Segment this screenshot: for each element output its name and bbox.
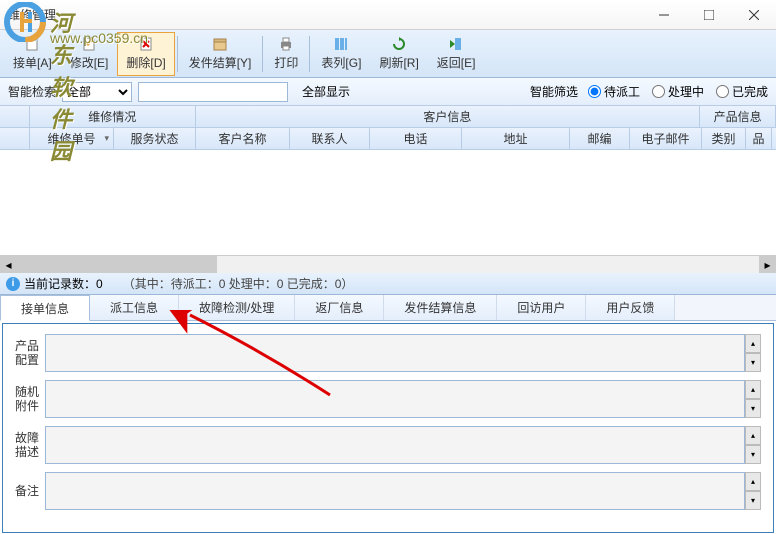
form-textarea-1[interactable]	[45, 380, 745, 418]
record-count: 当前记录数：0	[24, 275, 103, 292]
group-header-cell: 客户信息	[196, 106, 701, 127]
box-icon	[212, 36, 228, 52]
search-input[interactable]	[138, 82, 288, 102]
delete-icon	[138, 36, 154, 52]
maximize-button[interactable]	[686, 0, 731, 30]
status-bar: i 当前记录数：0 （其中：待派工：0 处理中：0 已完成：0）	[0, 273, 776, 295]
record-breakdown: （其中：待派工：0 处理中：0 已完成：0）	[123, 275, 354, 292]
toolbar-box-button[interactable]: 发件结算[Y]	[180, 32, 261, 76]
toolbar-printer-button[interactable]: 打印	[265, 32, 307, 76]
spin-down[interactable]: ▾	[745, 491, 761, 510]
spin-up[interactable]: ▴	[745, 334, 761, 353]
column-header-cell[interactable]: 电话	[370, 128, 462, 149]
form-row-3: 备注 ▴▾	[15, 472, 761, 510]
printer-icon	[278, 36, 294, 52]
spin-down[interactable]: ▾	[745, 353, 761, 372]
info-icon: i	[6, 277, 20, 291]
grid-group-header: 维修情况客户信息产品信息	[0, 106, 776, 128]
search-label: 智能检索	[8, 83, 56, 100]
group-header-cell: 产品信息	[700, 106, 776, 127]
filter-radio-1[interactable]: 处理中	[652, 83, 704, 100]
filter-radio-2[interactable]: 已完成	[716, 83, 768, 100]
tab-4[interactable]: 发件结算信息	[384, 295, 497, 320]
toolbar-columns-button[interactable]: 表列[G]	[312, 32, 370, 76]
group-header-cell: 维修情况	[30, 106, 196, 127]
form-textarea-2[interactable]	[45, 426, 745, 464]
column-header-cell[interactable]: 维修单号▾	[30, 128, 114, 149]
search-scope-select[interactable]: 全部	[62, 82, 132, 102]
form-row-0: 产品配置 ▴▾	[15, 334, 761, 372]
filter-radio-0[interactable]: 待派工	[588, 83, 640, 100]
column-header-cell[interactable]: 类别	[702, 128, 746, 149]
column-header-cell[interactable]: 品	[746, 128, 772, 149]
searchbar: 智能检索 全部 全部显示 智能筛选 待派工处理中已完成	[0, 78, 776, 106]
titlebar: 维修管理	[0, 0, 776, 30]
scroll-right-button[interactable]: ▸	[759, 256, 776, 273]
back-icon	[448, 36, 464, 52]
refresh-icon	[391, 36, 407, 52]
toolbar-page-button[interactable]: 接单[A]	[4, 32, 61, 76]
form-row-2: 故障描述 ▴▾	[15, 426, 761, 464]
toolbar-back-button[interactable]: 返回[E]	[428, 32, 485, 76]
spin-down[interactable]: ▾	[745, 399, 761, 418]
form-label: 随机附件	[15, 385, 45, 413]
form-textarea-0[interactable]	[45, 334, 745, 372]
edit-icon	[81, 36, 97, 52]
form-panel: 产品配置▴▾随机附件▴▾故障描述▴▾备注▴▾	[2, 323, 774, 533]
page-icon	[24, 36, 40, 52]
form-label: 故障描述	[15, 431, 45, 459]
toolbar-delete-button[interactable]: 删除[D]	[117, 32, 174, 76]
column-header-cell[interactable]: 电子邮件	[630, 128, 702, 149]
close-button[interactable]	[731, 0, 776, 30]
detail-tabs: 接单信息派工信息故障检测/处理返厂信息发件结算信息回访用户用户反馈	[0, 295, 776, 321]
column-header-cell[interactable]	[0, 128, 30, 149]
form-label: 产品配置	[15, 339, 45, 367]
tab-2[interactable]: 故障检测/处理	[179, 295, 295, 320]
form-textarea-3[interactable]	[45, 472, 745, 510]
group-header-cell	[0, 106, 30, 127]
tab-1[interactable]: 派工信息	[90, 295, 179, 320]
spin-up[interactable]: ▴	[745, 380, 761, 399]
toolbar: 接单[A]修改[E]删除[D]发件结算[Y]打印表列[G]刷新[R]返回[E]	[0, 30, 776, 78]
form-label: 备注	[15, 484, 45, 498]
toolbar-edit-button[interactable]: 修改[E]	[61, 32, 118, 76]
column-header-cell[interactable]: 服务状态	[114, 128, 196, 149]
scrollbar-track[interactable]	[17, 256, 759, 273]
column-header-cell[interactable]: 邮编	[570, 128, 630, 149]
column-header-cell[interactable]: 地址	[462, 128, 570, 149]
tab-6[interactable]: 用户反馈	[586, 295, 675, 320]
columns-icon	[333, 36, 349, 52]
grid-body[interactable]	[0, 150, 776, 256]
window-title: 维修管理	[8, 6, 56, 23]
form-row-1: 随机附件 ▴▾	[15, 380, 761, 418]
minimize-button[interactable]	[641, 0, 686, 30]
horizontal-scrollbar[interactable]: ◂ ▸	[0, 256, 776, 273]
spin-up[interactable]: ▴	[745, 426, 761, 445]
spin-up[interactable]: ▴	[745, 472, 761, 491]
grid-column-header: 维修单号▾服务状态客户名称联系人电话地址邮编电子邮件类别品	[0, 128, 776, 150]
tab-5[interactable]: 回访用户	[497, 295, 586, 320]
column-header-cell[interactable]: 联系人	[290, 128, 370, 149]
scrollbar-thumb[interactable]	[17, 256, 217, 273]
tab-3[interactable]: 返厂信息	[295, 295, 384, 320]
column-header-cell[interactable]: 客户名称	[196, 128, 290, 149]
scroll-left-button[interactable]: ◂	[0, 256, 17, 273]
show-all-label[interactable]: 全部显示	[302, 83, 350, 100]
filter-label: 智能筛选	[530, 83, 578, 100]
toolbar-refresh-button[interactable]: 刷新[R]	[370, 32, 427, 76]
sort-icon: ▾	[104, 133, 109, 144]
spin-down[interactable]: ▾	[745, 445, 761, 464]
tab-0[interactable]: 接单信息	[0, 295, 90, 321]
